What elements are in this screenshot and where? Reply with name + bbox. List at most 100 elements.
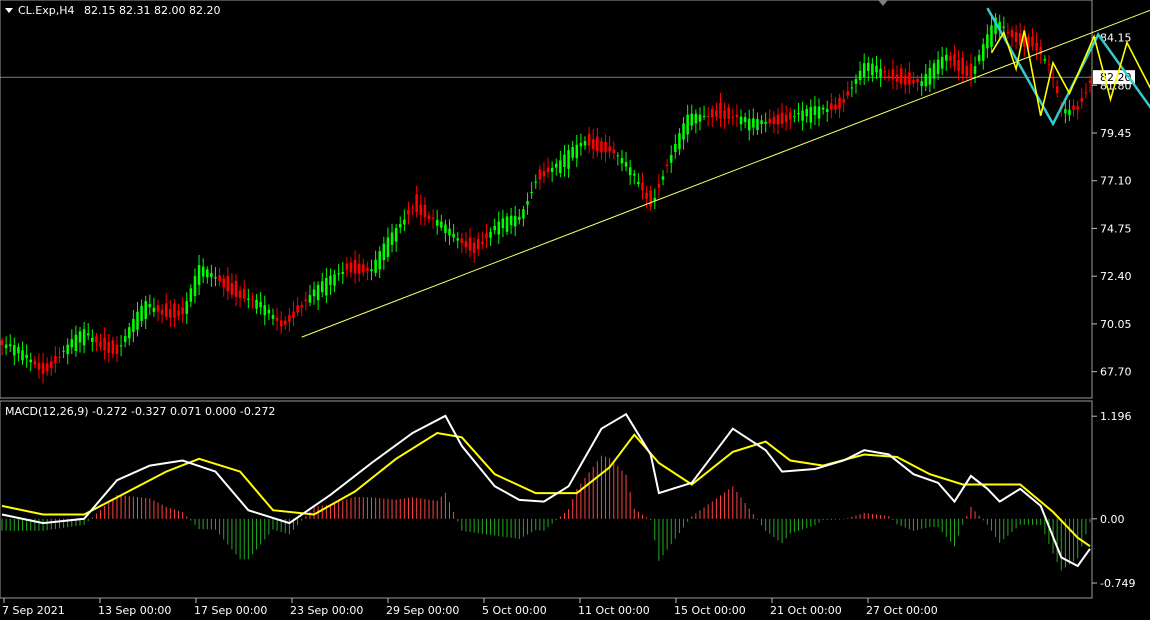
candle-bull: [862, 63, 866, 78]
candle-bull: [817, 106, 821, 119]
candle-bull: [624, 162, 628, 167]
candle-bear: [41, 362, 45, 374]
candle-bear: [366, 267, 369, 271]
candle-bull: [571, 147, 574, 158]
shift-marker-icon[interactable]: [878, 0, 888, 6]
candle-bull: [682, 123, 685, 140]
candle-bull: [337, 273, 340, 275]
candle-bull: [690, 113, 694, 126]
candle-bear: [230, 283, 234, 295]
candle-bull: [370, 269, 373, 272]
time-tick-label: 7 Sep 2021: [2, 604, 65, 617]
candle-bear: [1035, 42, 1038, 51]
candle-bull: [513, 216, 517, 227]
candle-bear: [234, 280, 238, 297]
candle-bear: [887, 75, 891, 77]
candle-bear: [58, 356, 61, 358]
candle-bear: [1076, 106, 1079, 110]
candle-bear: [304, 299, 308, 302]
candle-bear: [357, 263, 361, 274]
candle-bear: [111, 340, 115, 354]
candle-bull: [144, 301, 147, 319]
time-tick-label: 23 Sep 00:00: [290, 604, 363, 617]
macd-tick-label: -0.749: [1100, 577, 1135, 590]
candle-bull: [686, 114, 689, 135]
candle-bear: [912, 80, 915, 84]
candle-bull: [920, 81, 923, 87]
candle-bull: [394, 228, 398, 242]
symbol-label: CL.Exp,H4: [18, 4, 75, 17]
candle-bull: [29, 359, 33, 363]
candle-bull: [760, 120, 763, 125]
candle-bull: [325, 277, 328, 296]
candle-bull: [518, 216, 521, 220]
candle-bear: [772, 116, 776, 124]
candle-bear: [1088, 80, 1092, 83]
candle-bear: [160, 310, 164, 315]
candle-bull: [119, 345, 123, 347]
candle-bear: [226, 275, 230, 292]
price-chart[interactable]: CL.Exp,H4 82.15 82.31 82.00 82.20 MACD(1…: [0, 0, 1150, 620]
candle-bear: [181, 307, 184, 315]
candle-bear: [156, 305, 160, 312]
candle-bear: [177, 310, 180, 317]
candle-bear: [218, 275, 221, 282]
candle-bull: [271, 315, 275, 319]
candle-bear: [362, 264, 365, 273]
candle-bull: [1068, 109, 1071, 116]
candle-bull: [694, 113, 698, 124]
candle-bull: [702, 115, 706, 117]
candle-bear: [296, 305, 299, 313]
candle-bull: [152, 307, 156, 312]
candle-bull: [382, 243, 386, 261]
candle-bull: [493, 225, 496, 231]
candle-bear: [222, 278, 225, 287]
candle-bull: [924, 74, 928, 87]
candle-bear: [288, 315, 291, 322]
candle-bull: [316, 284, 320, 301]
candle-bull: [505, 216, 509, 232]
candle-bear: [711, 108, 714, 118]
candle-bear: [731, 116, 735, 118]
candle-bear: [1006, 31, 1010, 33]
candle-bull: [185, 301, 189, 314]
candle-bull: [13, 345, 16, 356]
candle-bull: [756, 118, 759, 131]
candle-bear: [542, 171, 546, 177]
candle-bull: [25, 354, 28, 359]
candle-bear: [169, 309, 172, 318]
ohlc-label: 82.15 82.31 82.00 82.20: [84, 4, 220, 17]
candle-bear: [961, 57, 964, 75]
candle-bear: [407, 209, 410, 215]
candle-bear: [427, 215, 431, 219]
candle-bull: [214, 277, 217, 279]
candle-bull: [809, 106, 813, 123]
candle-bull: [8, 344, 12, 347]
candle-bull: [62, 350, 65, 352]
dropdown-triangle-icon[interactable]: [5, 8, 13, 13]
candle-bear: [846, 91, 850, 96]
candle-bear: [107, 341, 111, 353]
candle-bear: [292, 311, 295, 318]
candle-bear: [899, 68, 903, 84]
candle-bull: [440, 221, 443, 228]
candle-bear: [481, 241, 484, 244]
candle-bull: [567, 150, 570, 169]
candle-bull: [559, 160, 562, 173]
candle-bear: [45, 363, 49, 372]
candle-bear: [735, 114, 739, 118]
candle-bear: [780, 112, 784, 124]
candle-bear: [641, 182, 644, 191]
candle-bear: [300, 305, 303, 308]
candle-bull: [17, 347, 20, 354]
candle-bull: [21, 350, 24, 361]
candle-bear: [115, 344, 119, 354]
candle-bear: [608, 146, 611, 152]
candle-bear: [284, 320, 287, 325]
candle-bear: [1080, 98, 1084, 102]
price-tick-label: 72.40: [1100, 270, 1132, 283]
candle-bull: [526, 201, 529, 205]
candle-bull: [329, 275, 332, 285]
candle-bull: [255, 299, 258, 309]
candle-bear: [1055, 86, 1059, 94]
